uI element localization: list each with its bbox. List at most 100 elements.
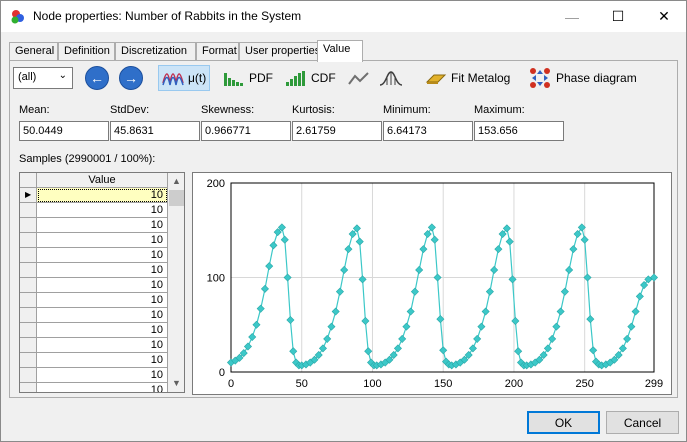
value-chart: 0 50 100 150 200 250 299 0 100 200 <box>192 172 672 395</box>
close-button[interactable]: ✕ <box>641 1 687 32</box>
x-tick-label: 250 <box>575 378 593 390</box>
pdf-bars-icon <box>224 73 243 86</box>
tab-format[interactable]: Format <box>196 42 239 61</box>
table-cell[interactable]: 10 <box>37 368 168 383</box>
data-point <box>430 235 439 244</box>
tab-user-properties[interactable]: User properties <box>239 42 321 61</box>
data-point <box>468 344 477 353</box>
table-cell[interactable]: 10 <box>37 293 168 308</box>
data-point <box>543 344 552 353</box>
grid-corner <box>20 173 37 188</box>
mu-t-label: μ(t) <box>188 71 207 85</box>
table-cell[interactable]: 10 <box>37 248 168 263</box>
row-indicator <box>20 203 37 218</box>
minimum-label: Minimum: <box>383 104 431 116</box>
line-chart-button[interactable] <box>345 65 377 91</box>
tab-general[interactable]: General <box>9 42 58 61</box>
row-indicator <box>20 233 37 248</box>
row-indicator <box>20 278 37 293</box>
samples-grid[interactable]: Value ▶ 10 10 10 10 10 10 10 10 10 10 10… <box>19 172 185 393</box>
scroll-down-icon[interactable]: ▼ <box>168 375 184 392</box>
table-cell[interactable]: 10 <box>37 203 168 218</box>
kurtosis-label: Kurtosis: <box>292 104 335 116</box>
scroll-thumb[interactable] <box>169 190 184 206</box>
data-point <box>618 344 627 353</box>
data-point <box>361 316 370 325</box>
table-row[interactable]: 10 <box>20 218 168 233</box>
data-point <box>248 333 257 342</box>
table-cell[interactable]: 10 <box>37 353 168 368</box>
table-row[interactable]: 10 <box>20 248 168 263</box>
data-point <box>505 237 514 246</box>
data-point <box>556 307 565 316</box>
table-row[interactable]: 10 <box>20 338 168 353</box>
minimize-button[interactable]: — <box>549 1 595 32</box>
data-point <box>635 292 644 301</box>
mean-label: Mean: <box>19 104 50 116</box>
row-indicator <box>20 248 37 263</box>
fit-metalog-button[interactable]: Fit Metalog <box>422 65 513 91</box>
pdf-button[interactable]: PDF <box>220 65 276 91</box>
distribution-button[interactable] <box>376 65 410 91</box>
index-select[interactable]: (all) ⌄ <box>13 67 73 89</box>
cancel-button[interactable]: Cancel <box>606 411 679 434</box>
kurtosis-field[interactable]: 2.61759 <box>292 121 382 141</box>
table-cell[interactable]: 10 <box>37 218 168 233</box>
series-line <box>230 225 655 367</box>
phase-diagram-icon <box>530 68 550 88</box>
table-cell[interactable]: 10 <box>37 308 168 323</box>
data-point <box>331 307 340 316</box>
window-title: Node properties: Number of Rabbits in th… <box>33 9 302 23</box>
table-row[interactable]: ▶ 10 <box>20 188 168 203</box>
data-point <box>627 322 636 331</box>
table-row[interactable]: 10 <box>20 293 168 308</box>
table-row[interactable]: 10 <box>20 353 168 368</box>
data-point <box>252 320 261 329</box>
stddev-field[interactable]: 45.8631 <box>110 121 200 141</box>
table-cell[interactable]: 10 <box>37 233 168 248</box>
data-point <box>243 342 253 351</box>
table-row[interactable]: 10 <box>20 323 168 338</box>
index-select-value: (all) <box>18 71 37 83</box>
data-point <box>481 307 490 316</box>
forward-button[interactable]: → <box>119 66 143 90</box>
tab-definition[interactable]: Definition <box>58 42 115 61</box>
table-cell[interactable]: 10 <box>37 278 168 293</box>
row-indicator <box>20 308 37 323</box>
data-point <box>485 287 494 296</box>
y-tick-label: 100 <box>207 273 225 285</box>
tab-value[interactable]: Value <box>317 40 363 62</box>
table-cell[interactable]: 10 <box>37 323 168 338</box>
cdf-button[interactable]: CDF <box>282 65 339 91</box>
tab-discretization[interactable]: Discretization <box>115 42 196 61</box>
data-point <box>560 287 569 296</box>
phase-diagram-button[interactable]: Phase diagram <box>525 65 640 91</box>
table-row[interactable]: 10 <box>20 368 168 383</box>
row-indicator <box>20 368 37 383</box>
table-row[interactable]: 10 <box>20 233 168 248</box>
table-row[interactable]: 10 <box>20 278 168 293</box>
back-button[interactable]: ← <box>85 66 109 90</box>
value-column-header[interactable]: Value <box>37 173 168 188</box>
phase-diagram-label: Phase diagram <box>556 71 637 85</box>
table-row[interactable]: 10 <box>20 308 168 323</box>
skewness-field[interactable]: 0.966771 <box>201 121 291 141</box>
table-row[interactable]: 10 <box>20 203 168 218</box>
minimum-field[interactable]: 6.64173 <box>383 121 473 141</box>
grid-scrollbar[interactable]: ▲ ▼ <box>168 173 184 392</box>
maximize-button[interactable]: ☐ <box>595 1 641 32</box>
mean-field[interactable]: 50.0449 <box>19 121 109 141</box>
ok-button[interactable]: OK <box>527 411 600 434</box>
table-cell[interactable]: 10 <box>37 263 168 278</box>
data-point <box>415 265 424 274</box>
table-cell[interactable]: 10 <box>37 338 168 353</box>
y-tick-label: 0 <box>219 367 225 379</box>
table-row[interactable]: 10 <box>20 263 168 278</box>
table-row[interactable]: 10 <box>20 383 168 392</box>
data-point <box>289 347 298 356</box>
maximum-field[interactable]: 153.656 <box>474 121 564 141</box>
mu-t-button[interactable]: μ(t) <box>158 65 211 91</box>
table-cell[interactable]: 10 <box>37 383 168 392</box>
table-cell[interactable]: 10 <box>37 188 168 203</box>
scroll-up-icon[interactable]: ▲ <box>168 173 184 190</box>
